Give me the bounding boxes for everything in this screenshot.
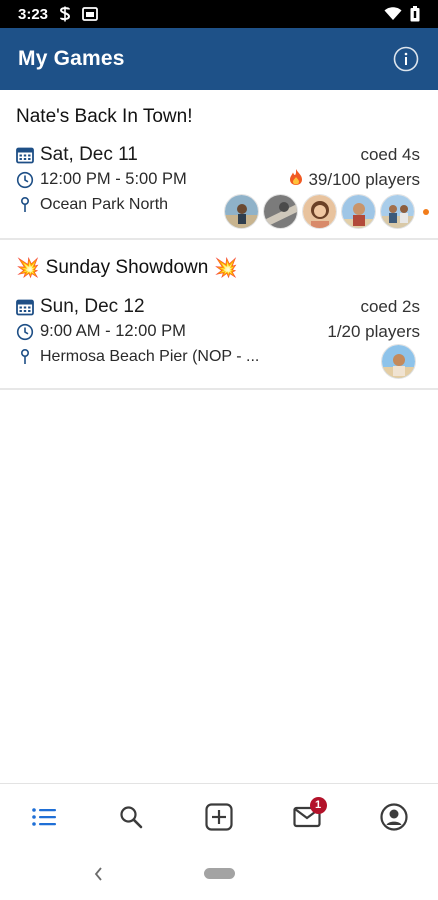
system-navigation-bar xyxy=(0,849,438,900)
player-avatars xyxy=(381,344,416,379)
info-icon xyxy=(393,46,419,72)
clock-icon xyxy=(16,171,34,189)
game-title: 💥 Sunday Showdown 💥 xyxy=(16,257,239,279)
game-players: 1/20 players xyxy=(327,321,420,341)
page-title: My Games xyxy=(18,47,125,70)
add-icon xyxy=(205,802,233,831)
location-pin-icon xyxy=(16,348,34,366)
collision-emoji-icon: 💥 xyxy=(16,258,40,279)
fire-icon xyxy=(288,168,304,191)
game-list: Nate's Back In Town! Sat, Dec 11 coed 4s… xyxy=(0,90,438,390)
unread-badge: 1 xyxy=(309,796,327,814)
game-location: Ocean Park North xyxy=(40,195,169,213)
nav-profile[interactable] xyxy=(368,791,420,843)
status-time: 3:23 xyxy=(18,5,49,23)
list-icon xyxy=(31,807,56,826)
avatar xyxy=(224,194,259,229)
game-title: Nate's Back In Town! xyxy=(16,106,193,127)
avatar xyxy=(263,194,298,229)
bottom-navigation: 1 xyxy=(0,783,438,849)
game-date: Sat, Dec 11 xyxy=(40,143,138,165)
calendar-icon xyxy=(16,298,34,316)
game-time: 12:00 PM - 5:00 PM xyxy=(40,170,187,188)
avatar xyxy=(381,344,416,379)
screenshot-notification-icon xyxy=(82,7,98,21)
avatar xyxy=(341,194,376,229)
nav-search[interactable] xyxy=(105,791,157,843)
system-home-pill[interactable] xyxy=(204,868,235,879)
battery-icon xyxy=(410,6,420,22)
game-date: Sun, Dec 12 xyxy=(40,295,145,317)
nav-create-game[interactable] xyxy=(193,791,245,843)
calendar-icon xyxy=(16,146,34,164)
unread-indicator-dot xyxy=(423,208,429,215)
avatar xyxy=(380,194,415,229)
nav-messages[interactable]: 1 xyxy=(281,791,333,843)
avatar xyxy=(302,194,337,229)
location-pin-icon xyxy=(16,196,34,214)
game-card[interactable]: 💥 Sunday Showdown 💥 Sun, Dec 12 coed 2s … xyxy=(0,240,438,390)
game-format: coed 2s xyxy=(360,296,420,316)
game-card[interactable]: Nate's Back In Town! Sat, Dec 11 coed 4s… xyxy=(0,90,438,240)
app-bar: My Games xyxy=(0,28,438,90)
nav-my-games[interactable] xyxy=(18,791,70,843)
game-time: 9:00 AM - 12:00 PM xyxy=(40,322,186,340)
game-players: 39/100 players xyxy=(308,169,420,189)
search-icon xyxy=(120,805,143,828)
clock-icon xyxy=(16,323,34,341)
collision-emoji-icon: 💥 xyxy=(214,258,239,279)
game-location: Hermosa Beach Pier (NOP - ... xyxy=(40,347,260,365)
profile-icon xyxy=(380,802,408,831)
app-notification-icon xyxy=(58,6,72,22)
player-avatars xyxy=(224,194,429,229)
info-button[interactable] xyxy=(392,45,420,73)
back-chevron-icon xyxy=(94,867,102,881)
system-back-button[interactable] xyxy=(90,863,106,885)
wifi-icon xyxy=(384,7,402,21)
game-format: coed 4s xyxy=(360,144,420,164)
status-bar: 3:23 xyxy=(0,0,438,28)
